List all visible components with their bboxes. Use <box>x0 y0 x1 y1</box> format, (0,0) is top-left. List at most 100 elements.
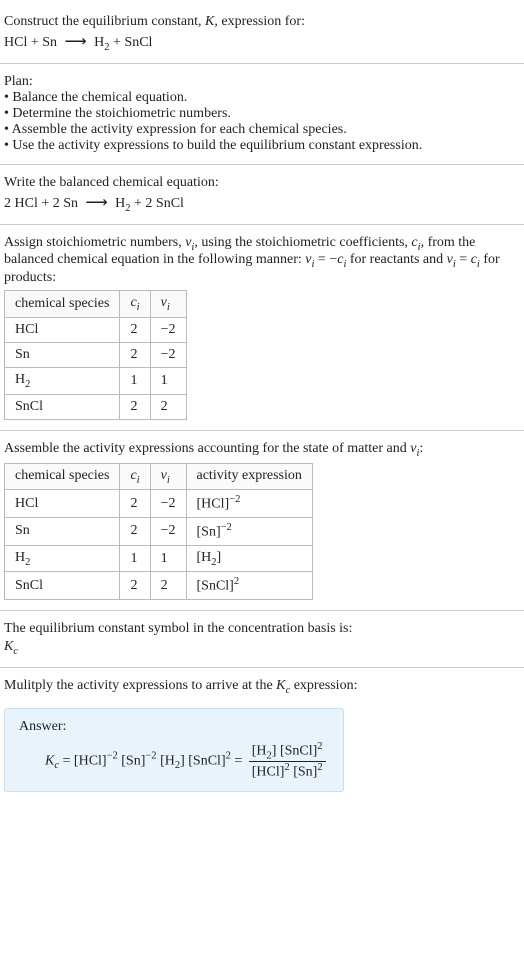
plan-item-1: • Balance the chemical equation. <box>4 90 520 106</box>
ci-i: i <box>137 302 140 313</box>
cell-nu: −2 <box>150 518 186 546</box>
cell-ci: 2 <box>120 317 150 342</box>
divider <box>0 63 524 64</box>
arrow-icon: ⟶ <box>65 33 87 50</box>
answer-equation: Kc = [HCl]−2 [Sn]−2 [H2] [SnCl]2 = [H2] … <box>19 741 329 781</box>
nu-i: i <box>167 302 170 313</box>
act-base: [H <box>197 550 212 565</box>
th-nu: νi <box>150 291 186 318</box>
eq-pos: = <box>456 252 471 267</box>
K: K <box>45 753 54 768</box>
cell-nu: 1 <box>150 545 186 572</box>
stoich-a: Assign stoichiometric numbers, <box>4 235 185 250</box>
plus2: + <box>131 196 146 211</box>
eq-sn: Sn <box>42 35 57 50</box>
t4: [SnCl] <box>185 753 226 768</box>
eq-neg: = − <box>314 252 337 267</box>
fraction: [H2] [SnCl]2[HCl]2 [Sn]2 <box>249 741 326 781</box>
stoich-section: Assign stoichiometric numbers, νi , using… <box>0 229 524 426</box>
mult-b: expression: <box>290 678 357 693</box>
assemble-a: Assemble the activity expressions accoun… <box>4 441 410 456</box>
divider <box>0 224 524 225</box>
bal-h2: H <box>115 196 125 211</box>
intro-post: , expression for: <box>214 14 305 29</box>
th-species: chemical species <box>5 291 120 318</box>
cell-species: Sn <box>5 342 120 367</box>
plan-item-3: • Assemble the activity expression for e… <box>4 122 520 138</box>
intro-section: Construct the equilibrium constant, K, e… <box>0 8 524 59</box>
ci-i: i <box>137 474 140 485</box>
eq-sncl: SnCl <box>124 35 152 50</box>
cell-species: HCl <box>5 317 120 342</box>
cell-species: Sn <box>5 518 120 546</box>
balanced-equation: 2 HCl + 2 Sn ⟶ H2 + 2 SnCl <box>4 193 520 214</box>
K: K <box>276 678 285 693</box>
cell-activity: [H2] <box>186 545 312 572</box>
plus: + <box>38 196 53 211</box>
th-ci: ci <box>120 463 150 490</box>
table-row: Sn 2 −2 <box>5 342 187 367</box>
cell-nu: −2 <box>150 317 186 342</box>
th-nu: νi <box>150 463 186 490</box>
plus: + <box>27 35 42 50</box>
sp: H <box>15 550 25 565</box>
multiply-line: Mulitply the activity expressions to arr… <box>4 678 520 696</box>
act-exp: 2 <box>234 576 239 587</box>
cell-ci: 2 <box>120 342 150 367</box>
act-exp: −2 <box>229 494 240 505</box>
table-row: HCl 2 −2 [HCl]−2 <box>5 490 313 518</box>
K-csub: c <box>13 646 18 657</box>
plan-section: Plan: • Balance the chemical equation. •… <box>0 68 524 160</box>
cell-activity: [HCl]−2 <box>186 490 312 518</box>
table-row: SnCl 2 2 <box>5 394 187 419</box>
cell-nu: 2 <box>150 572 186 600</box>
divider <box>0 610 524 611</box>
cell-ci: 2 <box>120 572 150 600</box>
eq-h2: H <box>94 35 104 50</box>
table-row: SnCl 2 2 [SnCl]2 <box>5 572 313 600</box>
num-ac: ] [SnCl] <box>272 743 318 758</box>
cell-nu: −2 <box>150 490 186 518</box>
cell-ci: 2 <box>120 394 150 419</box>
e2: −2 <box>145 750 156 761</box>
table-row: H2 1 1 [H2] <box>5 545 313 572</box>
intro-K: K <box>205 14 214 29</box>
bal-sn: 2 Sn <box>53 196 78 211</box>
stoich-d: for reactants and <box>346 252 446 267</box>
sp: HCl <box>15 322 38 337</box>
den-a: [HCl] <box>252 765 285 780</box>
cell-species: HCl <box>5 490 120 518</box>
th-ci: ci <box>120 291 150 318</box>
sp: SnCl <box>15 399 43 414</box>
table-row: Sn 2 −2 [Sn]−2 <box>5 518 313 546</box>
cell-nu: 2 <box>150 394 186 419</box>
num-a: [H <box>252 743 267 758</box>
cell-nu: 1 <box>150 367 186 394</box>
act-exp: −2 <box>221 522 232 533</box>
table-row: H2 1 1 <box>5 367 187 394</box>
t3: [H <box>157 753 175 768</box>
eq: = <box>59 753 74 768</box>
sp: H <box>15 372 25 387</box>
assemble-section: Assemble the activity expressions accoun… <box>0 435 524 606</box>
intro-equation: HCl + Sn ⟶ H2 + SnCl <box>4 32 520 53</box>
eq-hcl: HCl <box>4 35 27 50</box>
cell-ci: 2 <box>120 518 150 546</box>
sp: Sn <box>15 347 30 362</box>
cell-species: H2 <box>5 545 120 572</box>
mult-a: Mulitply the activity expressions to arr… <box>4 678 276 693</box>
t1: [HCl] <box>74 753 107 768</box>
cell-ci: 1 <box>120 367 150 394</box>
numerator: [H2] [SnCl]2 <box>249 741 326 762</box>
stoich-text: Assign stoichiometric numbers, νi, using… <box>4 235 520 287</box>
plan-title: Plan: <box>4 74 520 90</box>
stoich-b: , using the stoichiometric coefficients, <box>194 235 411 250</box>
plan-item-2: • Determine the stoichiometric numbers. <box>4 106 520 122</box>
answer-box: Answer: Kc = [HCl]−2 [Sn]−2 [H2] [SnCl]2… <box>4 708 344 792</box>
den-b: [Sn] <box>290 765 318 780</box>
act-close: ] <box>217 550 222 565</box>
divider <box>0 430 524 431</box>
bal-hcl: 2 HCl <box>4 196 38 211</box>
plus2: + <box>110 35 125 50</box>
act-base: [SnCl] <box>197 579 234 594</box>
